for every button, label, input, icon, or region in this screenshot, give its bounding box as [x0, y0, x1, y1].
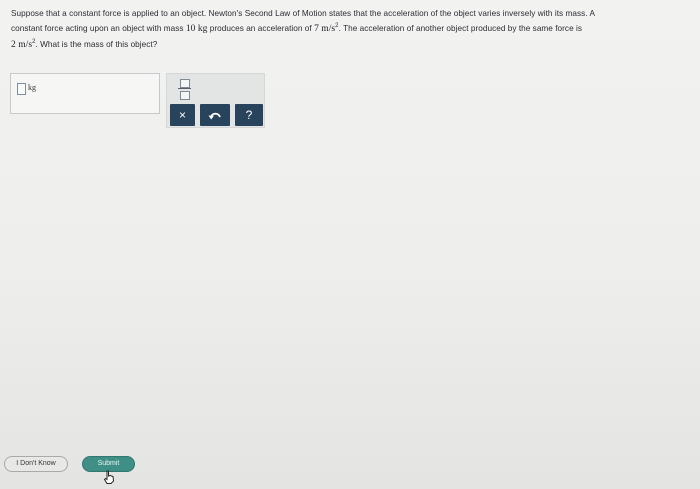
clear-button[interactable]: ×: [170, 104, 195, 126]
answer-input-slot[interactable]: [17, 83, 26, 95]
question-line-1-text: Suppose that a constant force is applied…: [11, 9, 595, 18]
acceleration-value-1: 7 m/s: [314, 24, 336, 34]
page: Suppose that a constant force is applied…: [0, 0, 700, 489]
fraction-bar: [178, 88, 191, 89]
answer-input-area[interactable]: kg: [10, 73, 160, 114]
question-text: Suppose that a constant force is applied…: [11, 6, 695, 53]
fraction-icon[interactable]: [177, 77, 193, 101]
undo-icon: [208, 112, 221, 120]
answer-unit-label: kg: [28, 83, 36, 92]
dont-know-button[interactable]: I Don't Know: [4, 456, 68, 472]
question-line-2-text-c: . The acceleration of another object pro…: [338, 24, 583, 33]
mass-value: 10 kg: [185, 24, 208, 34]
question-line-3: 2 m/s2. What is the mass of this object?: [11, 37, 695, 53]
question-line-2-text-b: produces an acceleration of: [207, 24, 315, 33]
clear-icon: ×: [178, 108, 186, 122]
fraction-denominator-box: [180, 91, 190, 100]
question-line-2: constant force acting upon an object wit…: [11, 21, 695, 37]
question-line-2-text-a: constant force acting upon an object wit…: [11, 24, 186, 33]
acceleration-value-2: 2 m/s: [11, 40, 33, 50]
undo-button[interactable]: [200, 104, 230, 126]
help-icon: ?: [245, 108, 253, 122]
question-line-3-text: . What is the mass of this object?: [35, 40, 158, 49]
hand-cursor-icon: [103, 470, 115, 484]
question-line-1: Suppose that a constant force is applied…: [11, 6, 695, 21]
fraction-numerator-box: [180, 79, 190, 88]
help-button[interactable]: ?: [235, 104, 263, 126]
